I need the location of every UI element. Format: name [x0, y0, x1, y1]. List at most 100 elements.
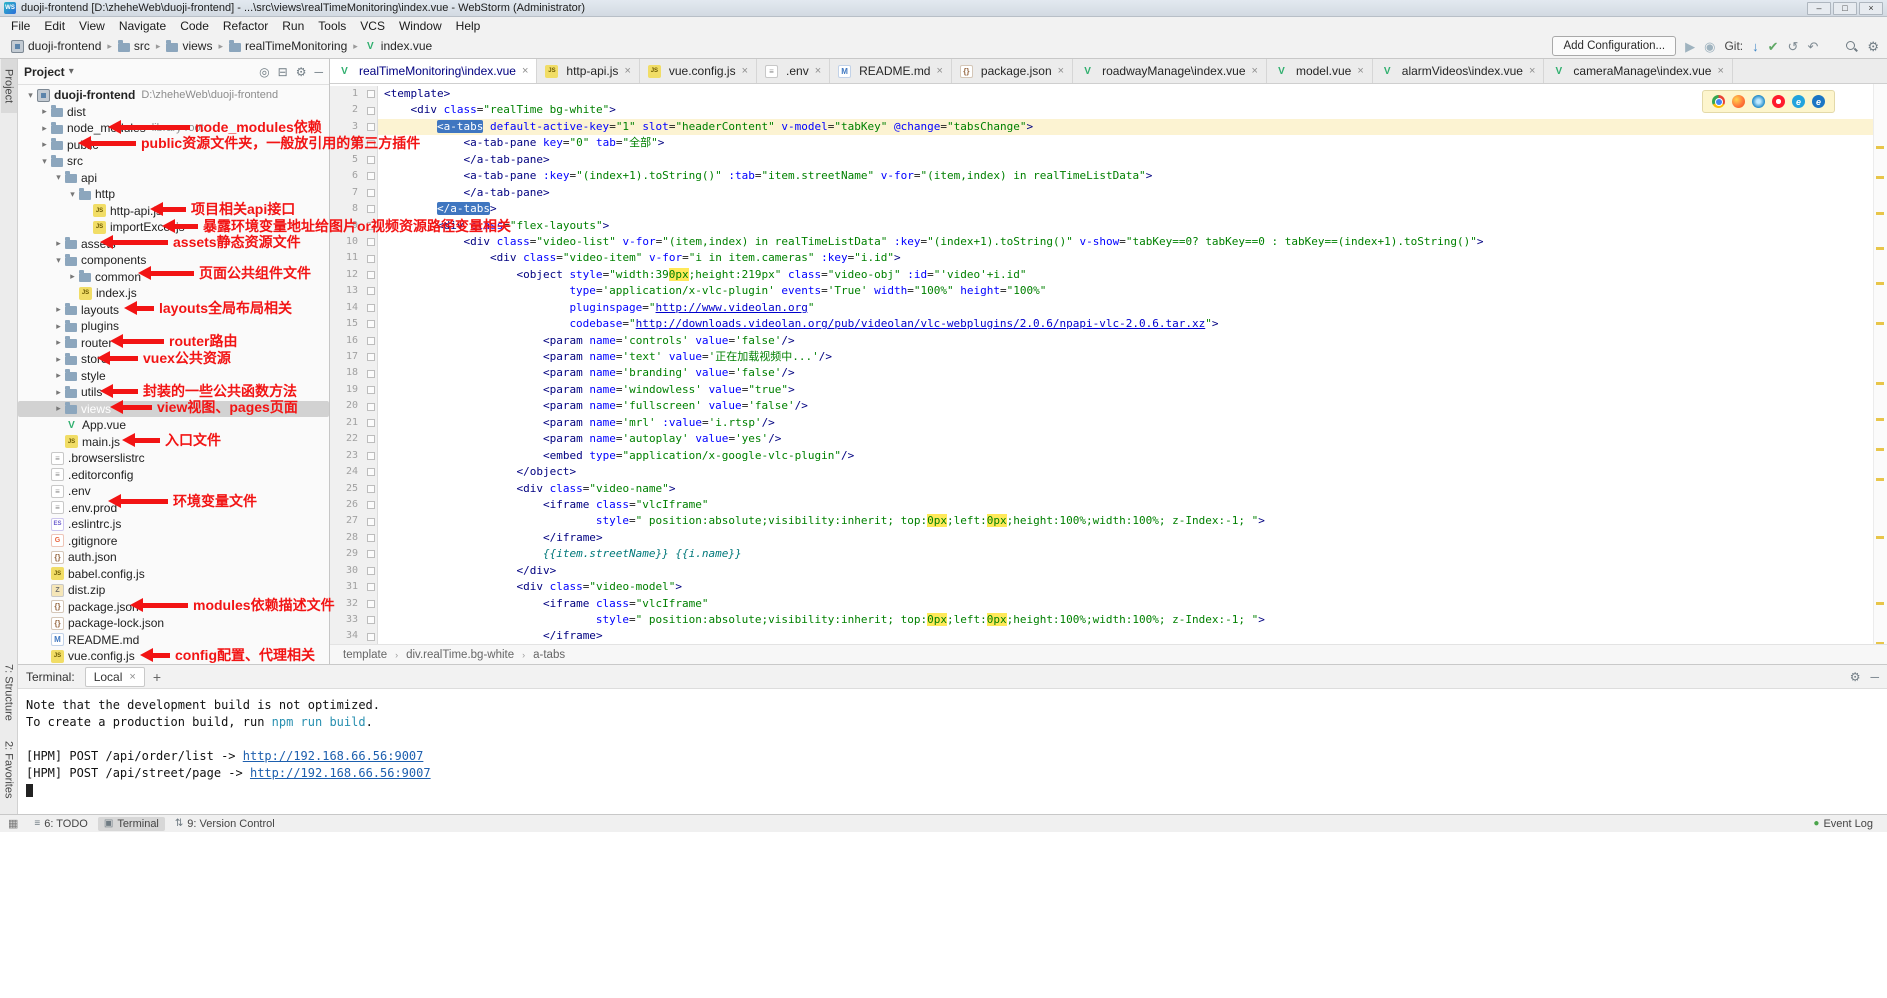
tree-item-router[interactable]: ▸router	[18, 335, 329, 352]
code-line[interactable]: 22 <param name='autoplay' value='yes'/>	[330, 431, 1873, 447]
terminal-output[interactable]: Note that the development build is not o…	[18, 689, 1887, 814]
tree-item-utils[interactable]: ▸utils	[18, 384, 329, 401]
code-line[interactable]: 14 pluginspage="http://www.videolan.org"	[330, 300, 1873, 316]
menu-window[interactable]: Window	[392, 19, 449, 33]
chrome-icon[interactable]	[1712, 95, 1725, 108]
fold-marker-icon[interactable]	[364, 530, 378, 546]
tree-item-layouts[interactable]: ▸layouts	[18, 302, 329, 319]
close-tab-icon[interactable]: ×	[815, 65, 821, 77]
toolwindow-switcher-icon[interactable]: ▦	[8, 817, 18, 830]
fold-marker-icon[interactable]	[364, 464, 378, 480]
expand-arrow-icon[interactable]: ▾	[52, 172, 65, 183]
fold-marker-icon[interactable]	[364, 267, 378, 283]
tree-item-package-json[interactable]: {}package.json	[18, 599, 329, 616]
expand-arrow-icon[interactable]: ▸	[52, 238, 65, 249]
fold-marker-icon[interactable]	[364, 415, 378, 431]
fold-marker-icon[interactable]	[364, 596, 378, 612]
breadcrumb-item-views[interactable]: views	[163, 38, 215, 54]
tree-item-importexcel-js[interactable]: JSimportExcel.js	[18, 219, 329, 236]
edge-icon[interactable]: e	[1812, 95, 1825, 108]
project-settings-icon[interactable]: ⚙	[296, 65, 307, 79]
fold-marker-icon[interactable]	[364, 563, 378, 579]
settings-icon[interactable]: ⚙	[1867, 40, 1879, 53]
code-line[interactable]: 3 <a-tabs default-active-key="1" slot="h…	[330, 119, 1873, 135]
fold-marker-icon[interactable]	[364, 119, 378, 135]
close-tab-icon[interactable]: ×	[1252, 65, 1258, 77]
code-line[interactable]: 29 {{item.streetName}} {{i.name}}	[330, 546, 1873, 562]
tree-item-views[interactable]: ▸views	[18, 401, 329, 418]
fold-marker-icon[interactable]	[364, 448, 378, 464]
code-line[interactable]: 15 codebase="http://downloads.videolan.o…	[330, 316, 1873, 332]
menu-tools[interactable]: Tools	[311, 19, 353, 33]
menu-run[interactable]: Run	[275, 19, 311, 33]
tree-item-index-js[interactable]: JSindex.js	[18, 285, 329, 302]
fold-marker-icon[interactable]	[364, 628, 378, 644]
fold-marker-icon[interactable]	[364, 250, 378, 266]
fold-marker-icon[interactable]	[364, 513, 378, 529]
scrollbar-marks[interactable]	[1873, 84, 1887, 644]
chevron-down-icon[interactable]: ▾	[69, 66, 74, 77]
close-terminal-tab-icon[interactable]: ×	[129, 671, 135, 683]
rollback-icon[interactable]: ↶	[1807, 40, 1818, 53]
code-line[interactable]: 13 type='application/x-vlc-plugin' event…	[330, 283, 1873, 299]
code-line[interactable]: 20 <param name='fullscreen' value='false…	[330, 398, 1873, 414]
tree-item-editorconfig[interactable]: ≡.editorconfig	[18, 467, 329, 484]
stripe-tab-7-structure[interactable]: 7: Structure	[1, 654, 17, 731]
code-line[interactable]: 27 style=" position:absolute;visibility:…	[330, 513, 1873, 529]
terminal-tab-local[interactable]: Local ×	[85, 667, 145, 687]
breadcrumb-item-src[interactable]: src	[115, 38, 153, 54]
git-commit-icon[interactable]: ✔	[1768, 40, 1779, 53]
tree-item-src[interactable]: ▾src	[18, 153, 329, 170]
close-tab-icon[interactable]: ×	[522, 65, 528, 77]
search-icon[interactable]	[1845, 40, 1858, 53]
tree-item-http[interactable]: ▾http	[18, 186, 329, 203]
tree-item-dist[interactable]: ▸dist	[18, 104, 329, 121]
code-line[interactable]: 21 <param name='mrl' :value='i.rtsp'/>	[330, 415, 1873, 431]
expand-arrow-icon[interactable]: ▸	[66, 271, 79, 282]
code-line[interactable]: 18 <param name='branding' value='false'/…	[330, 365, 1873, 381]
fold-marker-icon[interactable]	[364, 185, 378, 201]
fold-marker-icon[interactable]	[364, 168, 378, 184]
code-line[interactable]: 23 <embed type="application/x-google-vlc…	[330, 448, 1873, 464]
expand-arrow-icon[interactable]: ▸	[52, 321, 65, 332]
editor-breadcrumb-div-realtime-bg-white[interactable]: div.realTime.bg-white	[403, 649, 517, 661]
code-line[interactable]: 6 <a-tab-pane :key="(index+1).toString()…	[330, 168, 1873, 184]
fold-marker-icon[interactable]	[364, 283, 378, 299]
stripe-tab-2-favorites[interactable]: 2: Favorites	[1, 731, 17, 808]
terminal-cursor[interactable]	[26, 784, 33, 797]
tree-item-readme-md[interactable]: MREADME.md	[18, 632, 329, 649]
fold-marker-icon[interactable]	[364, 333, 378, 349]
fold-marker-icon[interactable]	[364, 316, 378, 332]
new-terminal-tab-button[interactable]: +	[153, 669, 161, 685]
firefox-icon[interactable]	[1732, 95, 1745, 108]
code-line[interactable]: 26 <iframe class="vlcIframe"	[330, 497, 1873, 513]
close-tab-icon[interactable]: ×	[936, 65, 942, 77]
expand-arrow-icon[interactable]: ▸	[38, 106, 51, 117]
tree-item-common[interactable]: ▸common	[18, 269, 329, 286]
code-line[interactable]: 34 </iframe>	[330, 628, 1873, 644]
terminal-hide-icon[interactable]: ─	[1870, 670, 1879, 684]
tree-item-auth-json[interactable]: {}auth.json	[18, 549, 329, 566]
status-event-log[interactable]: ●Event Log	[1807, 817, 1879, 831]
git-update-icon[interactable]: ↓	[1752, 40, 1759, 53]
tree-item-main-js[interactable]: JSmain.js	[18, 434, 329, 451]
menu-view[interactable]: View	[72, 19, 112, 33]
close-button[interactable]: ×	[1859, 2, 1883, 15]
close-tab-icon[interactable]: ×	[742, 65, 748, 77]
add-configuration-button[interactable]: Add Configuration...	[1552, 36, 1676, 56]
breadcrumb-item-index-vue[interactable]: Vindex.vue	[361, 38, 435, 54]
editor-tab-realtimemonitoring-index-vue[interactable]: VrealTimeMonitoring\index.vue×	[330, 59, 537, 84]
fold-marker-icon[interactable]	[364, 152, 378, 168]
code-line[interactable]: 16 <param name='controls' value='false'/…	[330, 333, 1873, 349]
menu-navigate[interactable]: Navigate	[112, 19, 173, 33]
expand-arrow-icon[interactable]: ▸	[52, 387, 65, 398]
tree-item-assets[interactable]: ▸assets	[18, 236, 329, 253]
expand-arrow-icon[interactable]: ▸	[52, 370, 65, 381]
code-area[interactable]: 1<template>2 <div class="realTime bg-whi…	[330, 84, 1887, 644]
expand-arrow-icon[interactable]: ▾	[52, 255, 65, 266]
expand-arrow-icon[interactable]: ▸	[38, 139, 51, 150]
tree-item-app-vue[interactable]: VApp.vue	[18, 417, 329, 434]
debug-icon[interactable]: ◉	[1704, 40, 1715, 53]
fold-marker-icon[interactable]	[364, 382, 378, 398]
editor-tab-readme-md[interactable]: MREADME.md×	[830, 59, 952, 83]
